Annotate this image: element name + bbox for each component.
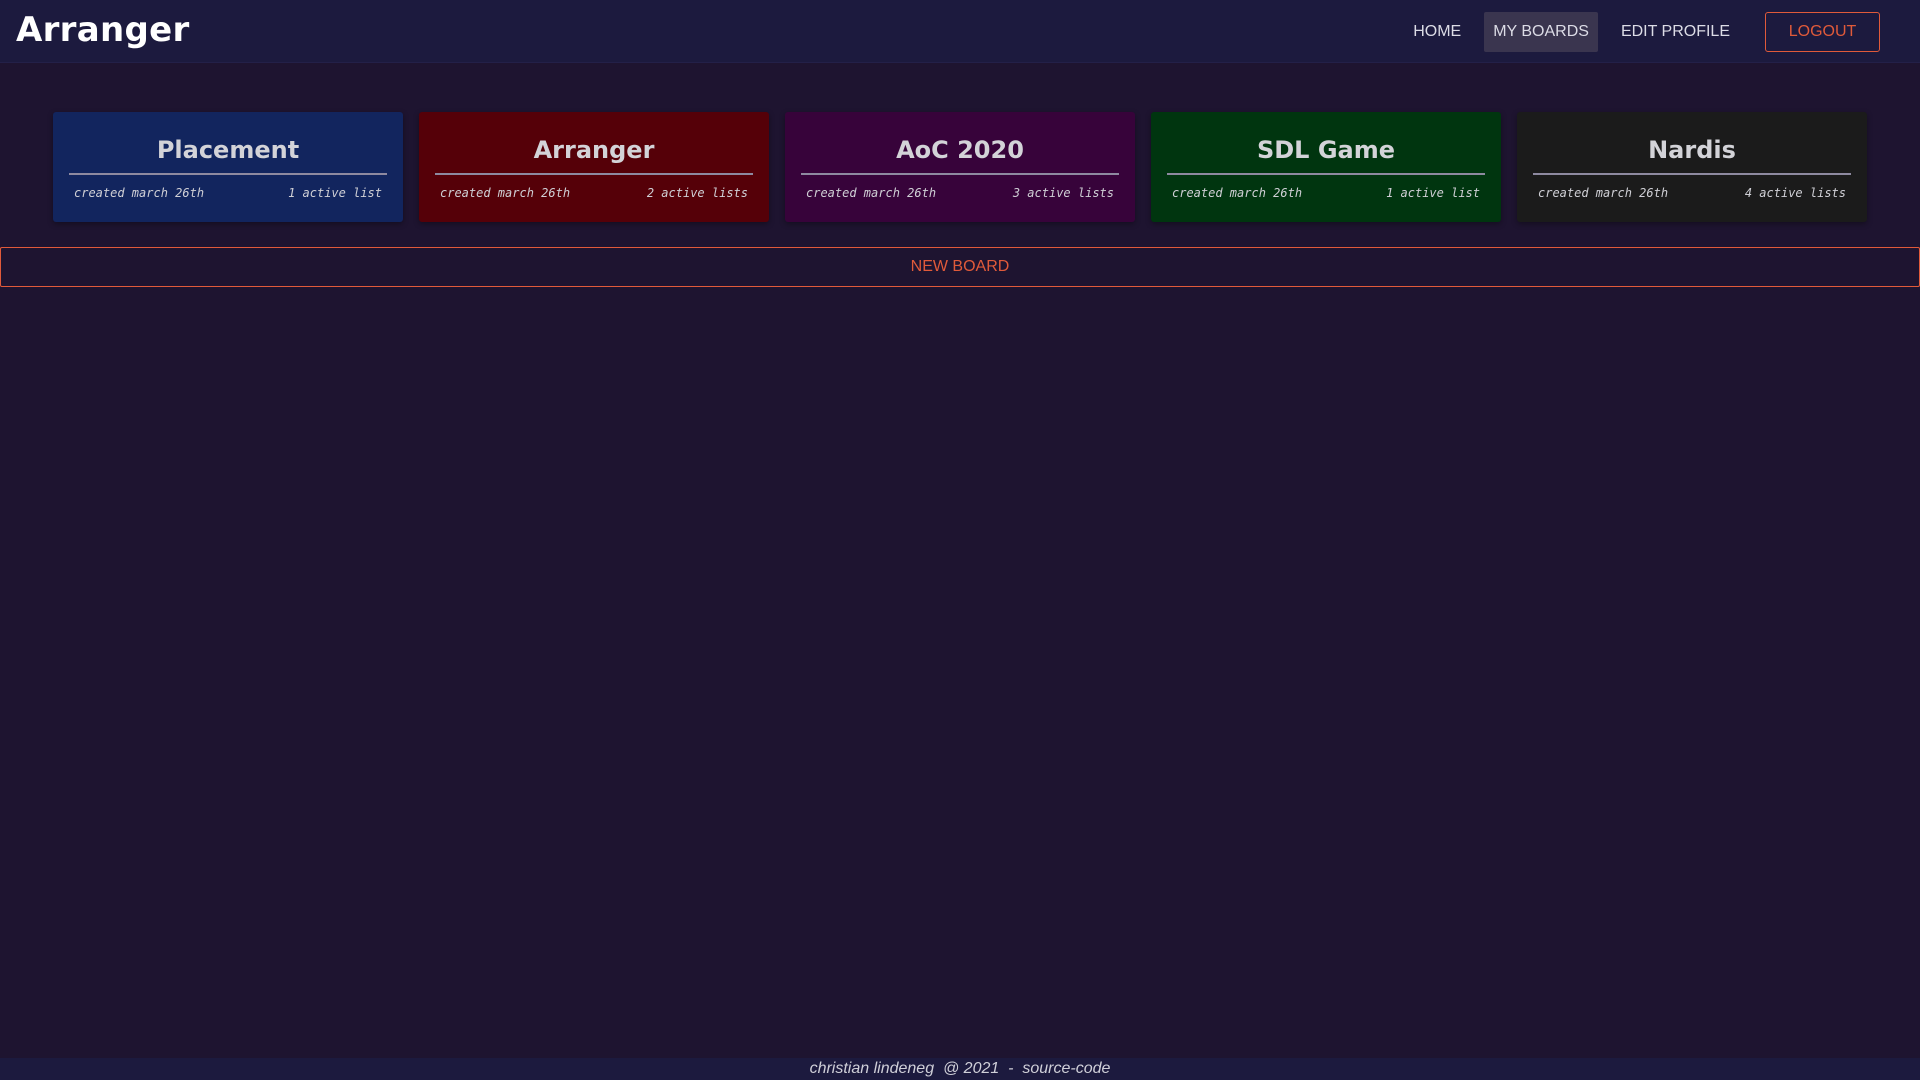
board-list-count: 2 active lists: [646, 186, 748, 200]
nav-edit-profile-link[interactable]: EDIT PROFILE: [1612, 12, 1739, 52]
board-card-placement[interactable]: Placement created march 26th 1 active li…: [53, 112, 403, 222]
board-card-sdl-game[interactable]: SDL Game created march 26th 1 active lis…: [1151, 112, 1501, 222]
nav-home-link[interactable]: HOME: [1404, 12, 1470, 52]
board-list-count: 1 active list: [288, 186, 382, 200]
board-title: SDL Game: [1167, 112, 1485, 175]
board-title: AoC 2020: [801, 112, 1119, 175]
board-list-count: 1 active list: [1386, 186, 1480, 200]
board-list-count: 4 active lists: [1744, 186, 1846, 200]
board-created-date: created march 26th: [74, 186, 205, 200]
board-meta: created march 26th 1 active list: [69, 175, 387, 200]
board-title: Nardis: [1533, 112, 1851, 175]
source-code-link[interactable]: source-code: [1022, 1060, 1110, 1077]
nav-my-boards-link[interactable]: MY BOARDS: [1484, 12, 1598, 52]
board-created-date: created march 26th: [806, 186, 937, 200]
board-meta: created march 26th 2 active lists: [435, 175, 753, 200]
nav-links: HOME MY BOARDS EDIT PROFILE LOGOUT: [1404, 12, 1880, 52]
board-meta: created march 26th 3 active lists: [801, 175, 1119, 200]
footer-separator: -: [1008, 1060, 1014, 1077]
board-list-count: 3 active lists: [1012, 186, 1114, 200]
board-created-date: created march 26th: [1538, 186, 1669, 200]
board-card-arranger[interactable]: Arranger created march 26th 2 active lis…: [419, 112, 769, 222]
board-title: Arranger: [435, 112, 753, 175]
board-card-nardis[interactable]: Nardis created march 26th 4 active lists: [1517, 112, 1867, 222]
navbar: Arranger HOME MY BOARDS EDIT PROFILE LOG…: [0, 0, 1920, 63]
footer-author: christian lindeneg: [809, 1060, 935, 1077]
board-card-aoc-2020[interactable]: AoC 2020 created march 26th 3 active lis…: [785, 112, 1135, 222]
footer-year: @ 2021: [942, 1060, 1000, 1077]
logout-button[interactable]: LOGOUT: [1765, 12, 1880, 52]
boards-list: Placement created march 26th 1 active li…: [53, 112, 1867, 222]
board-created-date: created march 26th: [1172, 186, 1303, 200]
board-created-date: created march 26th: [440, 186, 571, 200]
footer: christian lindeneg @ 2021 - source-code: [0, 1058, 1920, 1080]
new-board-button[interactable]: NEW BOARD: [0, 247, 1920, 287]
app-title[interactable]: Arranger: [16, 10, 190, 50]
board-meta: created march 26th 1 active list: [1167, 175, 1485, 200]
board-meta: created march 26th 4 active lists: [1533, 175, 1851, 200]
board-title: Placement: [69, 112, 387, 175]
